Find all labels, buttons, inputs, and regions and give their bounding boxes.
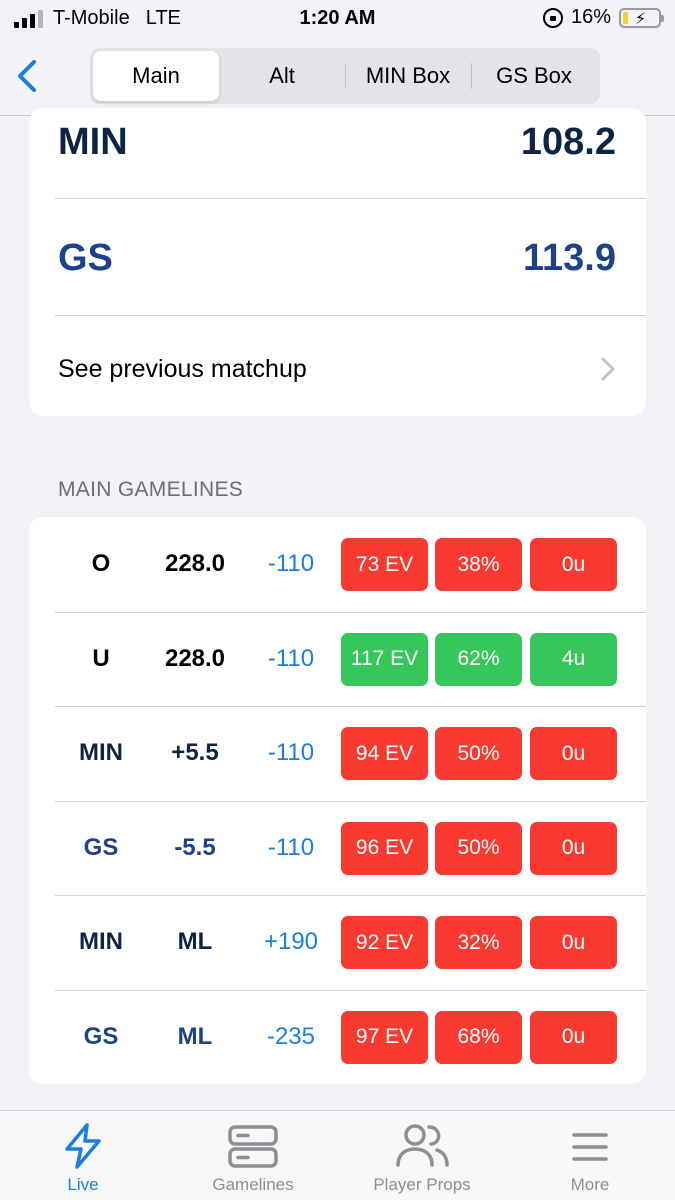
tab-gs-box[interactable]: GS Box <box>471 51 597 101</box>
units-badge[interactable]: 0u <box>530 916 617 969</box>
view-segmented-control: Main Alt MIN Box GS Box <box>90 48 600 104</box>
tab-live[interactable]: Live <box>38 1111 128 1200</box>
gameline-team: GS <box>83 1022 119 1050</box>
chevron-left-icon <box>18 60 36 92</box>
tab-alt[interactable]: Alt <box>219 51 345 101</box>
probability-badge[interactable]: 50% <box>435 727 522 780</box>
divider <box>55 611 646 613</box>
divider <box>55 800 646 802</box>
gameline-row: O 228.0 -110 73 EV 38% 0u <box>29 517 646 612</box>
probability-badge[interactable]: 62% <box>435 632 522 686</box>
tab-label: Live <box>67 1175 99 1194</box>
gameline-team: U <box>92 644 110 672</box>
score-row-gs: GS 113.9 <box>58 216 616 300</box>
probability-badge[interactable]: 68% <box>435 1010 522 1064</box>
ev-badge[interactable]: 92 EV <box>341 916 428 969</box>
units-badge[interactable]: 0u <box>530 538 617 591</box>
probability-badge[interactable]: 32% <box>435 916 522 969</box>
divider <box>55 198 646 199</box>
gameline-odds: -110 <box>267 644 315 672</box>
tab-bar: Live Gamelines Player Props More <box>0 1110 675 1200</box>
rotation-lock-icon <box>542 7 563 28</box>
gameline-row: MIN +5.5 -110 94 EV 50% 0u <box>29 706 646 801</box>
tab-gamelines[interactable]: Gamelines <box>198 1111 308 1200</box>
tab-player-props[interactable]: Player Props <box>360 1111 484 1200</box>
gameline-line: ML <box>177 1022 213 1050</box>
previous-matchup-label: See previous matchup <box>58 354 307 383</box>
gameline-row: U 228.0 -110 117 EV 62% 4u <box>29 611 646 707</box>
gameline-team: GS <box>83 833 119 861</box>
team-score: 113.9 <box>523 236 616 279</box>
chevron-right-icon <box>601 357 615 381</box>
gameline-odds: -110 <box>267 739 315 767</box>
units-badge[interactable]: 4u <box>530 632 617 686</box>
battery-percent: 16% <box>570 6 611 28</box>
tab-label: Player Props <box>373 1175 471 1194</box>
gameline-team: MIN <box>79 739 123 767</box>
divider <box>55 989 646 991</box>
probability-badge[interactable]: 38% <box>435 538 522 591</box>
divider <box>55 315 646 316</box>
team-name: MIN <box>58 120 128 163</box>
gamelines-card: O 228.0 -110 73 EV 38% 0u U 228.0 -110 1… <box>29 517 646 1084</box>
gameline-line: +5.5 <box>171 739 219 767</box>
tab-more[interactable]: More <box>545 1111 635 1200</box>
score-card: MIN 108.2 GS 113.9 See previous matchup <box>29 108 646 416</box>
nav-header: Main Alt MIN Box GS Box <box>0 40 675 116</box>
units-badge[interactable]: 0u <box>530 821 617 875</box>
divider <box>55 895 646 896</box>
tab-min-box[interactable]: MIN Box <box>345 51 471 101</box>
gameline-line: -5.5 <box>174 833 216 861</box>
gameline-odds: -235 <box>266 1022 316 1050</box>
team-score: 108.2 <box>520 120 616 163</box>
divider <box>55 706 646 707</box>
gameline-odds: +190 <box>263 928 319 956</box>
tab-label: Gamelines <box>212 1175 294 1194</box>
gameline-line: 228.0 <box>164 644 226 672</box>
gameline-row: MIN ML +190 92 EV 32% 0u <box>29 895 646 990</box>
server-icon <box>228 1125 278 1168</box>
ev-badge[interactable]: 97 EV <box>341 1010 428 1064</box>
section-header: MAIN GAMELINES <box>58 478 244 501</box>
menu-icon <box>572 1133 608 1161</box>
previous-matchup-row[interactable]: See previous matchup <box>58 334 616 404</box>
probability-badge[interactable]: 50% <box>435 821 522 875</box>
gameline-odds: -110 <box>267 833 315 861</box>
tab-main[interactable]: Main <box>93 51 219 101</box>
ev-badge[interactable]: 94 EV <box>341 727 428 780</box>
status-right: 16% ⚡ <box>542 6 664 29</box>
units-badge[interactable]: 0u <box>530 727 617 780</box>
ev-badge[interactable]: 117 EV <box>341 632 428 686</box>
tab-label: More <box>570 1175 610 1194</box>
lightning-icon <box>65 1123 101 1169</box>
gameline-line: ML <box>177 928 213 956</box>
gameline-odds: -110 <box>267 550 315 578</box>
status-bar: T-Mobile LTE 1:20 AM 16% ⚡ <box>0 0 675 40</box>
gameline-line: 228.0 <box>164 550 226 578</box>
ev-badge[interactable]: 73 EV <box>341 538 428 591</box>
people-icon <box>396 1124 449 1167</box>
gameline-row: GS -5.5 -110 96 EV 50% 0u <box>29 800 646 896</box>
gameline-row: GS ML -235 97 EV 68% 0u <box>29 989 646 1085</box>
gameline-team: O <box>91 550 111 578</box>
units-badge[interactable]: 0u <box>530 1010 617 1064</box>
team-name: GS <box>58 236 113 279</box>
ev-badge[interactable]: 96 EV <box>341 821 428 875</box>
back-button[interactable] <box>10 54 44 98</box>
gameline-team: MIN <box>79 928 123 956</box>
score-row-min: MIN 108.2 <box>58 108 616 184</box>
battery-icon: ⚡ <box>619 7 664 28</box>
